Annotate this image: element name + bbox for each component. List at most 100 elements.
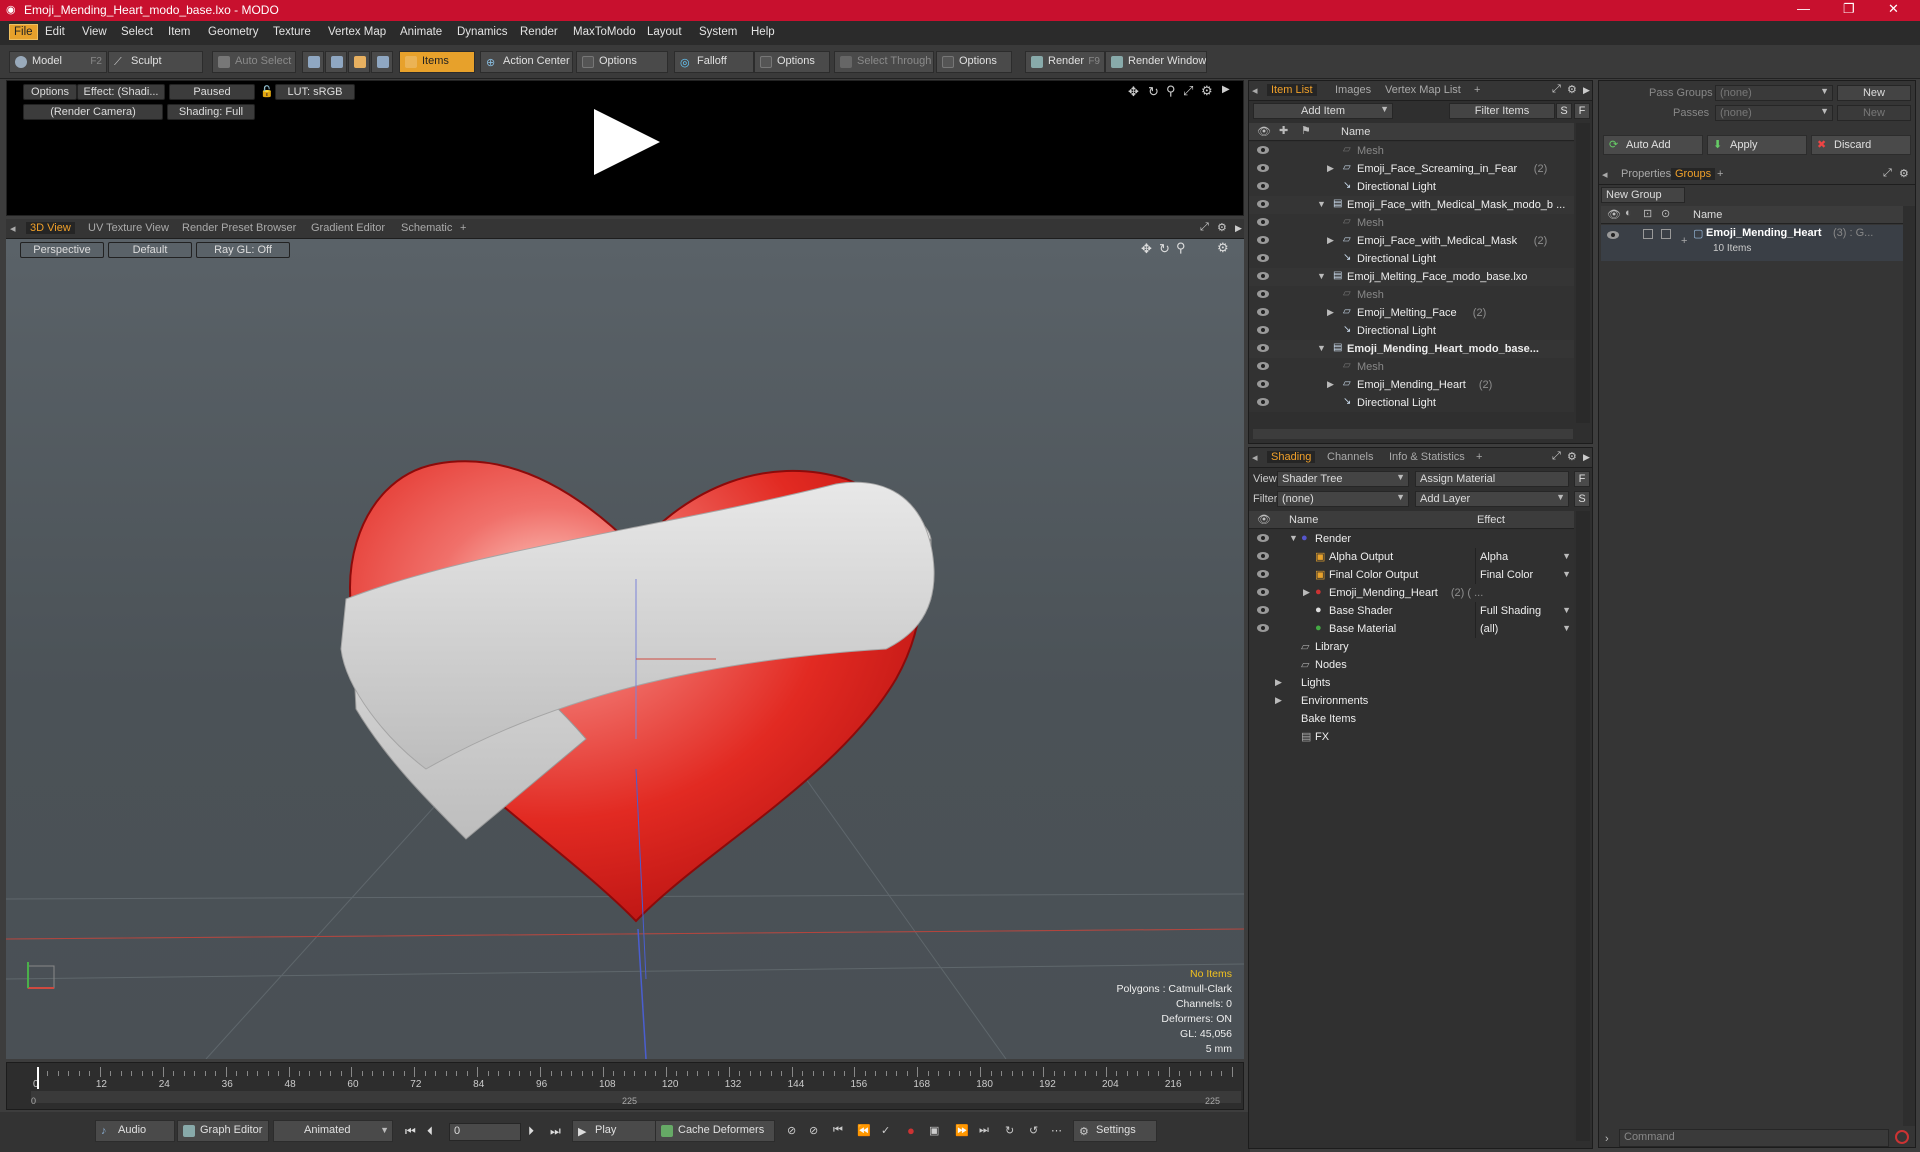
- new-pass-button[interactable]: New: [1837, 105, 1911, 121]
- move-icon[interactable]: ✥: [1141, 241, 1152, 257]
- go-start-icon[interactable]: ⏮: [405, 1124, 416, 1139]
- move-icon[interactable]: ✥: [1128, 84, 1139, 100]
- visibility-icon[interactable]: [1257, 254, 1269, 262]
- menu-render[interactable]: Render: [520, 26, 558, 38]
- play-button[interactable]: ▶ Play: [572, 1120, 656, 1142]
- visibility-icon[interactable]: [1257, 308, 1269, 316]
- menu-vertex-map[interactable]: Vertex Map: [328, 26, 386, 38]
- effect-dropdown[interactable]: Full Shading ▼: [1475, 602, 1574, 620]
- key-icon[interactable]: ⊘: [787, 1124, 796, 1137]
- visibility-icon[interactable]: [1257, 380, 1269, 388]
- item-row[interactable]: ▶ ▱ Emoji_Face_Screaming_in_Fear (2): [1249, 160, 1574, 178]
- group-row[interactable]: + ▢ Emoji_Mending_Heart (3) : G... 10 It…: [1601, 225, 1903, 261]
- gear-icon[interactable]: ⚙: [1899, 167, 1909, 180]
- filter-f-button[interactable]: F: [1574, 103, 1590, 119]
- effect-dropdown[interactable]: Alpha ▼: [1475, 548, 1574, 566]
- expand-arrow-icon[interactable]: ▼: [1317, 271, 1326, 281]
- expand-arrow-icon[interactable]: ▶: [1327, 163, 1334, 174]
- new-pass-group-button[interactable]: New: [1837, 85, 1911, 101]
- expand-arrow-icon[interactable]: ▶: [1275, 695, 1282, 706]
- menu-maxtomodo[interactable]: MaxToModo: [573, 26, 636, 38]
- effect-column-header[interactable]: Effect: [1477, 514, 1505, 526]
- tab-gradient-editor[interactable]: Gradient Editor: [307, 222, 389, 234]
- maximize-icon[interactable]: ⤢: [1552, 450, 1561, 463]
- add-layer-s-button[interactable]: S: [1574, 491, 1590, 507]
- panel-menu-icon[interactable]: ◂: [1252, 84, 1258, 97]
- close-button[interactable]: ✕: [1888, 1, 1899, 17]
- expand-arrow-icon[interactable]: ▼: [1317, 199, 1326, 209]
- name-column-header[interactable]: Name: [1693, 209, 1722, 221]
- 3d-viewport[interactable]: Perspective Default Ray GL: Off ✥ ↻ ⚲ ⚙ …: [6, 239, 1244, 1059]
- panel-menu-icon[interactable]: ◂: [10, 222, 16, 235]
- select-through-button[interactable]: Select Through: [834, 51, 934, 73]
- expand-arrow-icon[interactable]: ▼: [1317, 343, 1326, 353]
- settings-button[interactable]: ⚙ Settings: [1073, 1120, 1157, 1142]
- visibility-icon[interactable]: [1257, 398, 1269, 406]
- tab-groups[interactable]: Groups: [1671, 168, 1716, 180]
- expand-arrow-icon[interactable]: ▶: [1327, 379, 1334, 390]
- timeline[interactable]: 0 12 24 36 48 60 72 84 96 108 120 132 144 156 168 180 19…: [6, 1062, 1244, 1110]
- audio-button[interactable]: ♪ Audio: [95, 1120, 175, 1142]
- pass-groups-dropdown[interactable]: (none) ▼: [1715, 85, 1833, 101]
- shader-row[interactable]: ● Base Material (all) ▼: [1249, 620, 1574, 638]
- action-center-options-button[interactable]: Options: [576, 51, 668, 73]
- visibility-icon[interactable]: [1257, 570, 1269, 578]
- gear-icon[interactable]: ⚙: [1567, 450, 1577, 463]
- select-checkbox[interactable]: [1661, 229, 1671, 239]
- shading-dropdown[interactable]: Shading: Full: [167, 104, 255, 120]
- maximize-icon[interactable]: ⤢: [1552, 83, 1561, 96]
- tab-render-preset-browser[interactable]: Render Preset Browser: [178, 222, 300, 234]
- auto-add-button[interactable]: ⟳ Auto Add: [1603, 135, 1703, 155]
- add-item-button[interactable]: Add Item ▼: [1253, 103, 1393, 119]
- filter-dropdown[interactable]: (none) ▼: [1277, 491, 1409, 507]
- visibility-icon[interactable]: [1257, 624, 1269, 632]
- visibility-icon[interactable]: [1607, 231, 1619, 239]
- tab-images[interactable]: Images: [1331, 84, 1375, 96]
- go-end-icon[interactable]: ⏭: [550, 1124, 561, 1139]
- name-column-header[interactable]: Name: [1289, 514, 1318, 526]
- expand-plus-icon[interactable]: +: [1681, 235, 1687, 247]
- item-list-scrollbar[interactable]: [1576, 123, 1590, 423]
- expand-arrow-icon[interactable]: ▶: [1583, 452, 1590, 463]
- add-tab-button[interactable]: +: [1713, 168, 1727, 180]
- visibility-icon[interactable]: [1257, 588, 1269, 596]
- expand-arrow-icon[interactable]: ▶: [1275, 677, 1282, 688]
- preview-options-button[interactable]: Options: [23, 84, 77, 100]
- gear-icon[interactable]: ⚙: [1201, 83, 1213, 99]
- item-row[interactable]: ↘ Directional Light: [1249, 178, 1574, 196]
- visibility-icon[interactable]: [1257, 290, 1269, 298]
- items-mode-button[interactable]: Items: [399, 51, 475, 73]
- falloff-button[interactable]: ◎ Falloff: [674, 51, 754, 73]
- item-row[interactable]: ▱ Mesh: [1249, 142, 1574, 160]
- tab-channels[interactable]: Channels: [1323, 451, 1377, 463]
- item-row[interactable]: ▼ ▤ Emoji_Mending_Heart_modo_base...: [1249, 340, 1574, 358]
- zoom-icon[interactable]: ⚲: [1176, 240, 1186, 256]
- tab-uv-texture-view[interactable]: UV Texture View: [84, 222, 173, 234]
- tab-properties[interactable]: Properties: [1617, 168, 1675, 180]
- item-row[interactable]: ↘ Directional Light: [1249, 250, 1574, 268]
- new-group-button[interactable]: New Group: [1601, 187, 1685, 203]
- discard-button[interactable]: ✖ Discard: [1811, 135, 1911, 155]
- menu-system[interactable]: System: [699, 26, 737, 38]
- command-expand-icon[interactable]: ›: [1605, 1133, 1609, 1145]
- shader-row[interactable]: ● Base Shader Full Shading ▼: [1249, 602, 1574, 620]
- timeline-ruler[interactable]: 0 12 24 36 48 60 72 84 96 108 120 132 144 156 168 180 19…: [33, 1067, 1237, 1093]
- shader-row[interactable]: Bake Items: [1249, 710, 1574, 728]
- visibility-icon[interactable]: [1257, 534, 1269, 542]
- tab-info-statistics[interactable]: Info & Statistics: [1385, 451, 1469, 463]
- playhead[interactable]: [37, 1067, 39, 1089]
- rotate-icon[interactable]: ↻: [1148, 84, 1159, 100]
- groups-scrollbar[interactable]: [1903, 206, 1915, 1126]
- menu-select[interactable]: Select: [121, 26, 153, 38]
- visibility-icon[interactable]: [1257, 218, 1269, 226]
- step-back-icon[interactable]: ⏴: [427, 1124, 433, 1139]
- animated-dropdown[interactable]: Animated ▼: [273, 1120, 393, 1142]
- shader-tree[interactable]: ▼ ● Render ▣ Alpha Output Alpha ▼ ▣ Final Color …: [1249, 530, 1574, 1140]
- menu-item[interactable]: Item: [168, 26, 190, 38]
- add-tab-button[interactable]: +: [1470, 84, 1484, 96]
- perspective-dropdown[interactable]: Perspective: [20, 242, 104, 258]
- item-row[interactable]: ▼ ▤ Emoji_Melting_Face_modo_base.lxo: [1249, 268, 1574, 286]
- menu-animate[interactable]: Animate: [400, 26, 442, 38]
- item-row[interactable]: ▶ ▱ Emoji_Mending_Heart (2): [1249, 376, 1574, 394]
- shader-row[interactable]: ▶ Environments: [1249, 692, 1574, 710]
